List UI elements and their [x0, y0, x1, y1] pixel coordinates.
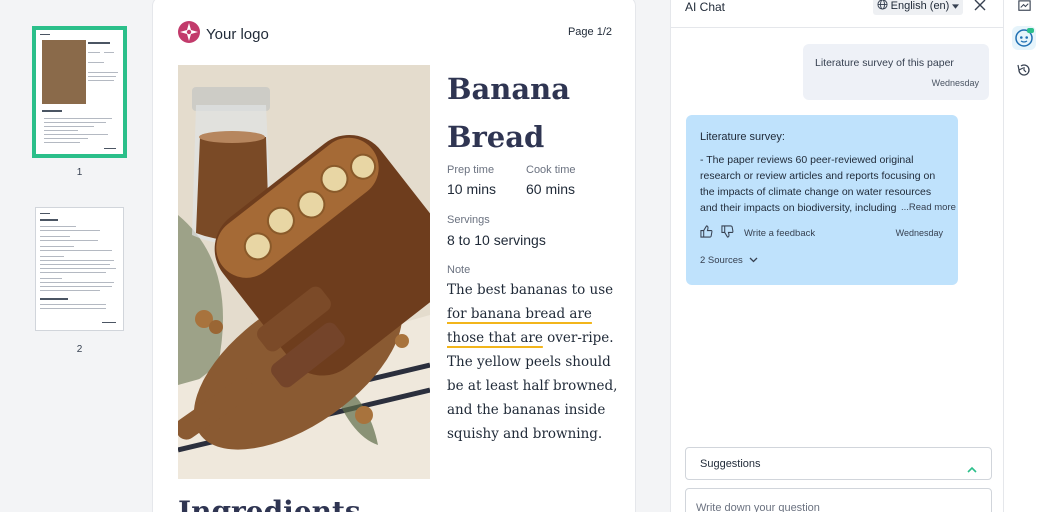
presentation-icon[interactable] [1012, 0, 1036, 18]
user-message-text: Literature survey of this paper [815, 57, 954, 69]
thumbnail-sidebar: 1 2 [0, 0, 152, 512]
note-label: Note [447, 264, 471, 276]
prep-time-value: 10 mins [447, 181, 497, 197]
servings-label: Servings [447, 214, 490, 226]
servings-value: 8 to 10 servings [447, 232, 546, 248]
chevron-down-icon [749, 255, 758, 266]
thumbs-up-icon[interactable] [700, 225, 713, 241]
tool-rail [1004, 0, 1040, 512]
language-selector[interactable]: English (en) [873, 0, 963, 15]
close-icon[interactable] [974, 0, 988, 12]
sources-label: 2 Sources [700, 255, 743, 266]
document-logo: Your logo [178, 21, 269, 48]
page-indicator: Page 1/2 [567, 26, 612, 38]
note-text: The best bananas to use for banana bread… [447, 278, 631, 446]
sources-toggle[interactable]: 2 Sources [700, 255, 758, 266]
chat-title: AI Chat [685, 0, 726, 14]
ingredients-heading: Ingredients [178, 495, 361, 512]
page-thumbnail-1[interactable] [32, 26, 127, 158]
cook-time-value: 60 mins [526, 181, 576, 197]
read-more-link[interactable]: ...Read more [899, 202, 956, 213]
thumbnail-1-label: 1 [76, 167, 83, 178]
thumbs-down-icon[interactable] [721, 225, 734, 241]
ai-message-time: Wednesday [895, 228, 943, 238]
caret-down-icon [952, 0, 960, 12]
page-thumbnail-2[interactable] [35, 207, 124, 331]
document-page: Your logo Page 1/2 Banana Bread Prep tim… [152, 0, 636, 512]
globe-icon [877, 0, 888, 13]
thumbnail-2-label: 2 [76, 344, 83, 355]
language-label: English (en) [890, 0, 950, 12]
user-message-time: Wednesday [931, 78, 979, 88]
cook-time-label: Cook time [526, 164, 576, 176]
write-feedback-link[interactable]: Write a feedback [744, 228, 815, 239]
recipe-title: Banana Bread [447, 72, 571, 154]
history-icon[interactable] [1012, 58, 1036, 82]
user-message: Literature survey of this paper Wednesda… [803, 44, 989, 100]
ai-message-heading: Literature survey: [700, 131, 785, 143]
ai-chat-panel: AI Chat English (en) Literature survey o… [670, 0, 1004, 512]
chat-header: AI Chat English (en) [671, 0, 1003, 28]
note-text-part: over-ripe. The yellow peels should be at… [447, 330, 618, 442]
note-text-part: The best bananas to use [447, 282, 614, 298]
ai-assistant-icon[interactable] [1012, 26, 1036, 50]
logo-mark-icon [178, 21, 200, 48]
question-input[interactable] [685, 488, 992, 512]
ai-message: Literature survey: - The paper reviews 6… [686, 115, 958, 285]
ai-message-actions: Write a feedback [700, 225, 815, 241]
banana-bread-photo [178, 65, 430, 479]
suggestions-label: Suggestions [700, 458, 761, 470]
logo-text: Your logo [206, 26, 269, 43]
prep-time-label: Prep time [447, 164, 495, 176]
suggestions-toggle[interactable]: Suggestions [685, 447, 992, 480]
chevron-up-icon [967, 460, 977, 478]
